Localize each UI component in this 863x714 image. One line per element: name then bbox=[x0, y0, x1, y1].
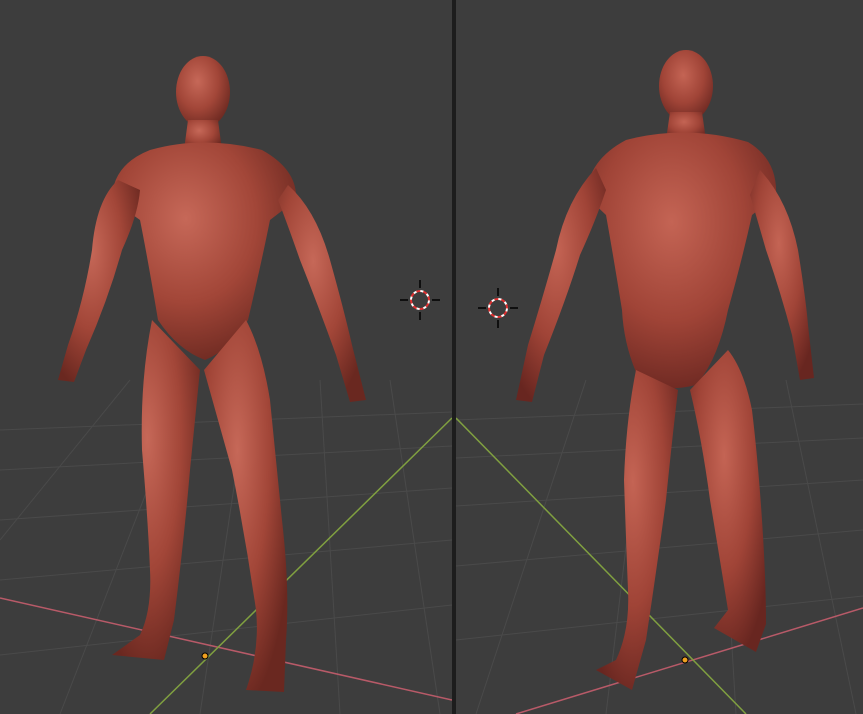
x-axis-line bbox=[0, 597, 452, 701]
viewport-back-canvas[interactable] bbox=[456, 0, 863, 714]
human-figure-front[interactable] bbox=[58, 56, 366, 692]
human-figure-back[interactable] bbox=[516, 50, 814, 690]
origin-point-icon[interactable] bbox=[681, 656, 689, 664]
viewport-front-canvas[interactable] bbox=[0, 0, 452, 714]
viewport-front[interactable] bbox=[0, 0, 452, 714]
3d-cursor-icon[interactable] bbox=[400, 280, 440, 320]
y-axis-line bbox=[149, 417, 452, 714]
3d-cursor-icon[interactable] bbox=[478, 288, 518, 328]
x-axis-line bbox=[515, 607, 863, 714]
blender-split-view bbox=[0, 0, 863, 714]
origin-point-icon[interactable] bbox=[201, 652, 209, 660]
viewport-back[interactable] bbox=[456, 0, 863, 714]
